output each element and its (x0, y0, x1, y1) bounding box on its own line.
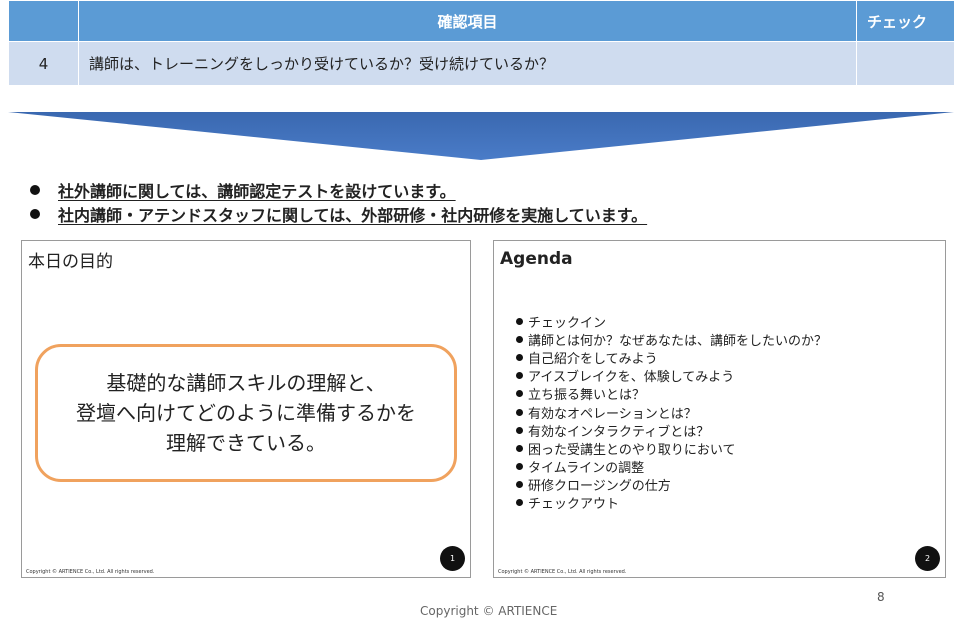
list-item: タイムラインの調整 (516, 458, 827, 476)
page-number: 8 (877, 590, 885, 604)
agenda-item-text: 自己紹介をしてみよう (528, 351, 658, 367)
purpose-box: 基礎的な講師スキルの理解と、 登壇へ向けてどのように準備するかを 理解できている… (35, 344, 457, 482)
row-check-cell[interactable] (856, 41, 955, 86)
slide-page-badge: 2 (915, 546, 940, 571)
header-item: 確認項目 (78, 0, 857, 42)
agenda-item-text: 有効なオペレーションとは？ (528, 406, 697, 422)
check-table: 確認項目 チェック 4 講師は、トレーニングをしっかり受けているか？受け続けてい… (8, 0, 955, 86)
summary-bullets: 社外講師に関しては、講師認定テストを設けています。 社内講師・アテンドスタッフに… (30, 178, 930, 226)
down-arrow-shape (8, 112, 954, 160)
list-item: チェックイン (516, 312, 827, 331)
bullet-dot-icon (516, 390, 523, 398)
bullet-item: 社内講師・アテンドスタッフに関しては、外部研修・社内研修を実施しています。 (30, 202, 930, 226)
bullet-item: 社外講師に関しては、講師認定テストを設けています。 (30, 178, 930, 202)
purpose-line: 基礎的な講師スキルの理解と、 (106, 371, 386, 395)
bullet-dot-icon (516, 499, 523, 507)
agenda-item-text: 困った受講生とのやり取りにおいて (528, 442, 736, 458)
list-item: チェックアウト (516, 494, 827, 512)
slide-thumbnail-1: 本日の目的 基礎的な講師スキルの理解と、 登壇へ向けてどのように準備するかを 理… (21, 240, 471, 578)
bullet-dot-icon (516, 463, 523, 471)
bullet-dot-icon (30, 209, 40, 219)
agenda-item-text: 講師とは何か？なぜあなたは、講師をしたいのか？ (528, 333, 828, 349)
slide-page-badge: 1 (440, 546, 465, 571)
bullet-dot-icon (516, 335, 523, 343)
list-item: 研修クロージングの仕方 (516, 476, 827, 494)
agenda-item-text: 研修クロージングの仕方 (528, 479, 671, 495)
header-check: チェック (856, 0, 955, 42)
slide-title: 本日の目的 (28, 252, 113, 272)
list-item: アイスブレイクを、体験してみよう (516, 367, 827, 385)
bullet-dot-icon (516, 317, 523, 325)
list-item: 有効なインタラクティブとは？ (516, 421, 827, 440)
list-item: 困った受講生とのやり取りにおいて (516, 439, 827, 458)
table-row: 4 講師は、トレーニングをしっかり受けているか？受け続けているか？ (8, 41, 955, 86)
purpose-line: 登壇へ向けてどのように準備するかを (76, 401, 416, 425)
agenda-item-text: 有効なインタラクティブとは？ (528, 424, 710, 440)
list-item: 立ち振る舞いとは？ (516, 385, 827, 403)
slide-title: Agenda (500, 249, 573, 269)
slide-copyright: Copyright © ARTIENCE Co., Ltd. All right… (26, 569, 155, 575)
bullet-dot-icon (516, 444, 523, 452)
list-item: 講師とは何か？なぜあなたは、講師をしたいのか？ (516, 330, 828, 349)
slide-copyright: Copyright © ARTIENCE Co., Ltd. All right… (498, 569, 627, 575)
bullet-dot-icon (516, 372, 523, 380)
bullet-dot-icon (516, 408, 523, 416)
bullet-dot-icon (516, 426, 523, 434)
footer-copyright: Copyright © ARTIENCE (420, 604, 558, 618)
list-item: 有効なオペレーションとは？ (516, 403, 827, 422)
table-header-row: 確認項目 チェック (8, 0, 955, 42)
purpose-line: 理解できている。 (166, 431, 326, 455)
header-num (8, 0, 79, 42)
bullet-dot-icon (30, 185, 40, 195)
bullet-text: 社外講師に関しては、講師認定テストを設けています。 (58, 182, 456, 201)
agenda-item-text: タイムラインの調整 (528, 461, 645, 477)
agenda-item-text: チェックイン (528, 315, 607, 331)
agenda-list: チェックイン 講師とは何か？なぜあなたは、講師をしたいのか？ 自己紹介をしてみよ… (516, 312, 827, 512)
slide-thumbnail-2: Agenda チェックイン 講師とは何か？なぜあなたは、講師をしたいのか？ 自己… (493, 240, 946, 578)
agenda-item-text: チェックアウト (528, 497, 620, 513)
bullet-text: 社内講師・アテンドスタッフに関しては、外部研修・社内研修を実施しています。 (58, 206, 648, 225)
list-item: 自己紹介をしてみよう (516, 348, 827, 367)
row-num: 4 (8, 41, 79, 86)
agenda-item-text: 立ち振る舞いとは？ (528, 388, 646, 404)
agenda-item-text: アイスブレイクを、体験してみよう (528, 370, 735, 386)
row-item: 講師は、トレーニングをしっかり受けているか？受け続けているか？ (78, 41, 857, 86)
bullet-dot-icon (516, 353, 523, 361)
bullet-dot-icon (516, 481, 523, 489)
